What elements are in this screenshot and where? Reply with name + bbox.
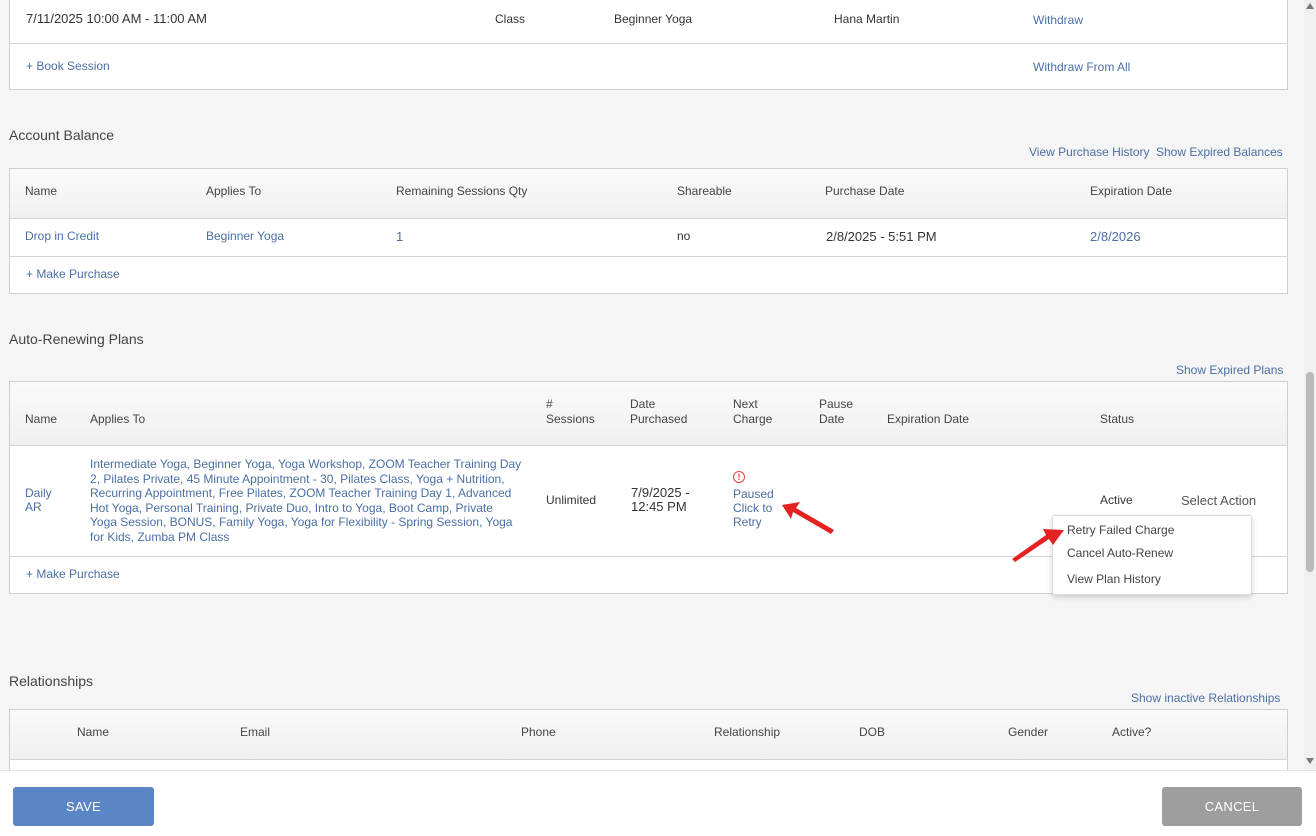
arrow-to-paused — [782, 502, 834, 534]
scroll-up-icon[interactable] — [1306, 3, 1314, 9]
arrow-to-retry — [1012, 529, 1064, 562]
page-content: 7/11/2025 10:00 AM - 11:00 AM Class Begi… — [0, 0, 1304, 770]
vertical-scrollbar[interactable] — [1304, 0, 1316, 770]
scroll-down-icon[interactable] — [1306, 758, 1314, 764]
save-button[interactable]: SAVE — [13, 787, 154, 826]
cancel-button[interactable]: CANCEL — [1162, 787, 1302, 826]
footer-bar: SAVE CANCEL — [0, 770, 1316, 836]
annotation-arrow-paused — [782, 502, 1064, 562]
scrollbar-thumb[interactable] — [1306, 372, 1314, 572]
